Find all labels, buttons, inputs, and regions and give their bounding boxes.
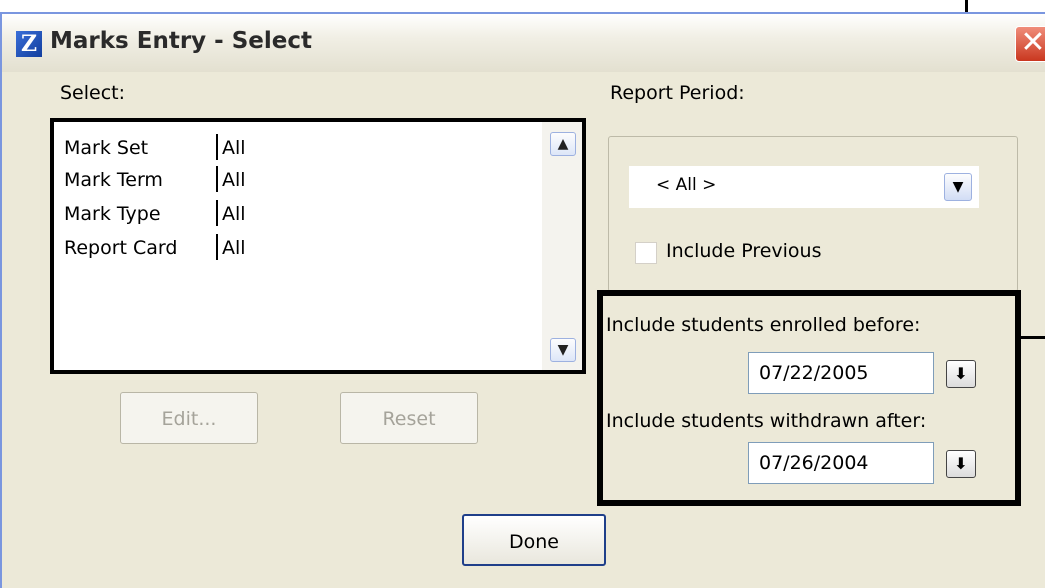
list-item-value: All	[216, 200, 246, 226]
select-listbox[interactable]: Mark Set All Mark Term All Mark Type All…	[50, 118, 586, 374]
reset-button[interactable]: Reset	[340, 392, 478, 444]
done-button[interactable]: Done	[462, 514, 606, 566]
withdrawn-after-label: Include students withdrawn after:	[606, 410, 927, 432]
title-bar[interactable]: Z Marks Entry - Select ✕	[2, 14, 1045, 72]
report-period-label: Report Period:	[610, 82, 745, 104]
window-title: Marks Entry - Select	[50, 28, 312, 54]
report-period-value: < All >	[656, 175, 717, 195]
enrolled-before-field[interactable]: 07/22/2005	[748, 352, 934, 394]
select-label: Select:	[60, 82, 126, 104]
close-button[interactable]: ✕	[1015, 26, 1045, 62]
withdrawn-date-picker-button[interactable]: ⬇	[946, 450, 976, 478]
chevron-down-icon: ▼	[952, 179, 964, 195]
dropdown-button[interactable]: ▼	[944, 173, 972, 201]
list-item-value: All	[216, 234, 246, 260]
list-item-key: Mark Term	[64, 169, 163, 191]
enrolled-date-picker-button[interactable]: ⬇	[946, 360, 976, 388]
include-previous-checkbox[interactable]	[635, 242, 657, 264]
list-item-key: Mark Set	[64, 137, 149, 159]
download-arrow-icon: ⬇	[954, 454, 968, 473]
scroll-up-button[interactable]: ▲	[550, 132, 576, 156]
include-previous-label: Include Previous	[666, 240, 822, 262]
list-item-value: All	[216, 166, 246, 192]
enrolled-before-label: Include students enrolled before:	[606, 314, 921, 336]
report-period-group	[608, 136, 1018, 292]
chevron-up-icon: ▲	[557, 136, 569, 152]
list-item-key: Report Card	[64, 237, 178, 259]
vertical-scrollbar[interactable]: ▲ ▼	[542, 122, 582, 370]
download-arrow-icon: ⬇	[954, 364, 968, 383]
app-icon: Z	[16, 31, 42, 57]
list-item-key: Mark Type	[64, 203, 161, 225]
chevron-down-icon: ▼	[557, 342, 569, 358]
callout-line	[1021, 336, 1045, 339]
edit-button[interactable]: Edit...	[120, 392, 258, 444]
scroll-down-button[interactable]: ▼	[550, 338, 576, 362]
list-item-value: All	[216, 134, 246, 160]
report-period-select[interactable]: < All > ▼	[629, 166, 979, 208]
withdrawn-after-field[interactable]: 07/26/2004	[748, 442, 934, 484]
